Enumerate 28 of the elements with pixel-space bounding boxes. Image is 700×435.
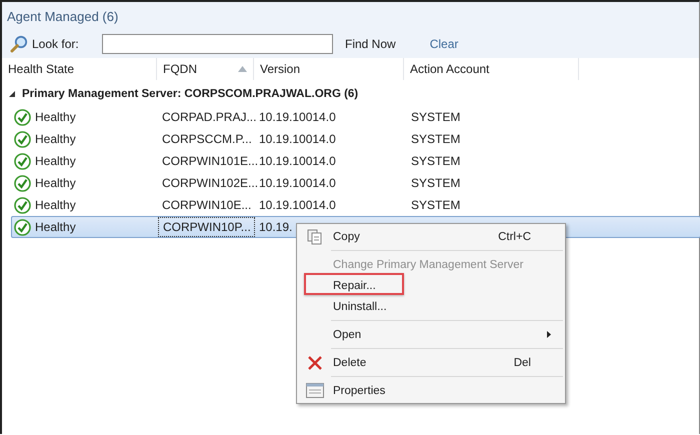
panel-title: Agent Managed (6) <box>7 8 118 24</box>
table-cell: CORPAD.PRAJ... <box>162 110 256 124</box>
table-cell: 10.19.10014.0 <box>259 154 336 168</box>
table-cell: Healthy <box>35 110 76 124</box>
table-cell: CORPWIN102E... <box>162 176 258 190</box>
table-cell: CORPWIN101E... <box>162 154 258 168</box>
table-cell: Healthy <box>35 220 76 234</box>
table-cell: SYSTEM <box>411 132 460 146</box>
table-cell: CORPWIN10E... <box>162 198 252 212</box>
table-cell: SYSTEM <box>411 198 460 212</box>
table-cell: Healthy <box>35 154 76 168</box>
table-cell: Healthy <box>35 198 76 212</box>
table-cell: CORPSCCM.P... <box>162 132 252 146</box>
table-cell: 10.19.10014.0 <box>259 132 336 146</box>
shortcut-label: Ctrl+C <box>498 230 531 242</box>
table-cell: 10.19.10014.0 <box>259 198 336 212</box>
group-header: Primary Management Server: CORPSCOM.PRAJWAL.ORG (6) <box>22 88 358 100</box>
table-cell: CORPWIN10P... <box>163 220 251 234</box>
table-cell: SYSTEM <box>411 110 460 124</box>
table-cell: Healthy <box>35 132 76 146</box>
table-cell: Healthy <box>35 176 76 190</box>
shortcut-label: Del <box>514 356 531 368</box>
table-cell: SYSTEM <box>411 176 460 190</box>
look-for-label: Look for: <box>32 37 80 51</box>
table-cell: 10.19. <box>259 220 292 234</box>
table-cell: SYSTEM <box>411 154 460 168</box>
table-cell: 10.19.10014.0 <box>259 110 336 124</box>
table-cell: 10.19.10014.0 <box>259 176 336 190</box>
